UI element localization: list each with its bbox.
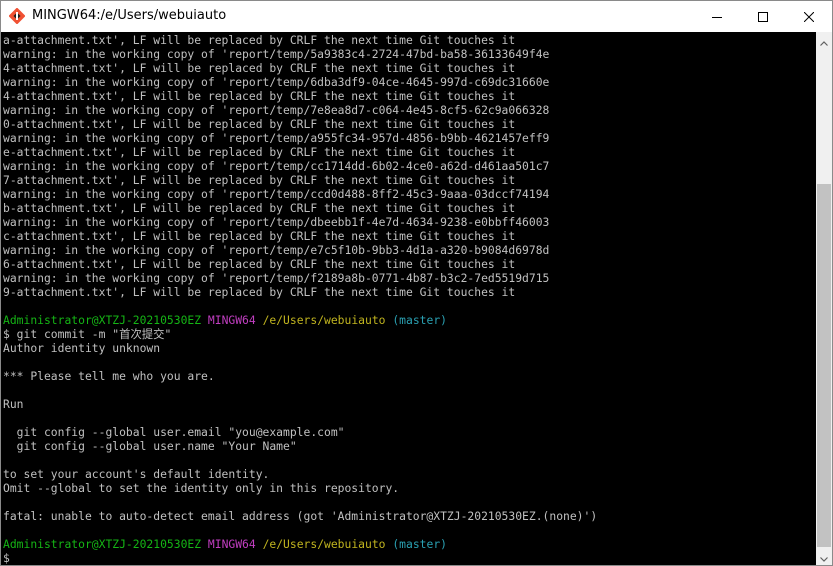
terminal-line: warning: in the working copy of 'report/…	[3, 159, 816, 173]
terminal-line: git config --global user.name "Your Name…	[3, 439, 816, 453]
terminal-text-segment: Omit --global to set the identity only i…	[3, 481, 400, 495]
terminal-text-segment: fatal: unable to auto-detect email addre…	[3, 509, 598, 523]
terminal-text-segment: c-attachment.txt', LF will be replaced b…	[3, 229, 516, 243]
terminal-text-segment: warning: in the working copy of 'report/…	[3, 47, 550, 61]
terminal-line: *** Please tell me who you are.	[3, 369, 816, 383]
terminal-text-segment: to set your account's default identity.	[3, 467, 270, 481]
terminal-line: git config --global user.email "you@exam…	[3, 425, 816, 439]
terminal-line: 4-attachment.txt', LF will be replaced b…	[3, 61, 816, 75]
terminal-text-segment: git config --global user.name "Your Name…	[3, 439, 297, 453]
terminal-text-segment: warning: in the working copy of 'report/…	[3, 243, 550, 257]
terminal-text-segment: Administrator@XTZJ-20210530EZ	[3, 537, 202, 551]
terminal-line: Administrator@XTZJ-20210530EZ MINGW64 /e…	[3, 537, 816, 551]
terminal-text-segment: /e/Users/webuiauto	[262, 313, 386, 327]
terminal-line: a-attachment.txt', LF will be replaced b…	[3, 33, 816, 47]
terminal-line: c-attachment.txt', LF will be replaced b…	[3, 229, 816, 243]
terminal-line: Omit --global to set the identity only i…	[3, 481, 816, 495]
terminal-text-segment: git config --global user.email "you@exam…	[3, 425, 345, 439]
terminal-line: warning: in the working copy of 'report/…	[3, 271, 816, 285]
terminal-text-segment: warning: in the working copy of 'report/…	[3, 215, 550, 229]
terminal-text-segment: /e/Users/webuiauto	[262, 537, 386, 551]
terminal-text-segment: Administrator@XTZJ-20210530EZ	[3, 313, 202, 327]
scroll-down-arrow-icon	[820, 547, 828, 566]
terminal-line: Author identity unknown	[3, 341, 816, 355]
terminal-text-segment: warning: in the working copy of 'report/…	[3, 187, 550, 201]
terminal-text-segment: (master)	[392, 313, 447, 327]
terminal-text-segment: b-attachment.txt', LF will be replaced b…	[3, 201, 516, 215]
title-bar[interactable]: MINGW64:/e/Users/webuiauto	[1, 1, 832, 32]
terminal-window: MINGW64:/e/Users/webuiauto a-attachment.…	[0, 0, 833, 566]
minimize-icon	[712, 12, 722, 22]
terminal-line: warning: in the working copy of 'report/…	[3, 47, 816, 61]
maximize-icon	[758, 11, 768, 22]
terminal-line: 4-attachment.txt', LF will be replaced b…	[3, 89, 816, 103]
terminal-line: 9-attachment.txt', LF will be replaced b…	[3, 285, 816, 299]
terminal-text-segment: $	[3, 551, 10, 565]
scroll-up-button[interactable]	[816, 32, 832, 49]
terminal-line: 6-attachment.txt', LF will be replaced b…	[3, 257, 816, 271]
terminal-text-segment: MINGW64	[207, 537, 256, 551]
vertical-scrollbar[interactable]	[816, 32, 832, 565]
terminal-text-segment: Author identity unknown	[3, 341, 161, 355]
terminal-line: warning: in the working copy of 'report/…	[3, 131, 816, 145]
terminal-text-segment: (master)	[392, 537, 447, 551]
scroll-down-button[interactable]	[816, 548, 832, 565]
terminal-text-segment: warning: in the working copy of 'report/…	[3, 103, 550, 117]
terminal-text-segment: 9-attachment.txt', LF will be replaced b…	[3, 285, 516, 299]
terminal-text-segment: warning: in the working copy of 'report/…	[3, 75, 550, 89]
terminal-line: $	[3, 551, 816, 565]
terminal-text-segment: warning: in the working copy of 'report/…	[3, 159, 550, 173]
git-bash-icon[interactable]	[8, 7, 26, 25]
terminal-text-segment: Run	[3, 397, 24, 411]
terminal-text-segment: 0-attachment.txt', LF will be replaced b…	[3, 117, 516, 131]
terminal-text-segment: MINGW64	[207, 313, 256, 327]
terminal-text-segment: a-attachment.txt', LF will be replaced b…	[3, 33, 516, 47]
terminal-line: Run	[3, 397, 816, 411]
terminal-line: Administrator@XTZJ-20210530EZ MINGW64 /e…	[3, 313, 816, 327]
terminal-line: warning: in the working copy of 'report/…	[3, 75, 816, 89]
maximize-button[interactable]	[740, 1, 786, 32]
terminal-line: 7-attachment.txt', LF will be replaced b…	[3, 173, 816, 187]
terminal-text-segment: 6-attachment.txt', LF will be replaced b…	[3, 257, 516, 271]
terminal-output[interactable]: a-attachment.txt', LF will be replaced b…	[1, 32, 816, 565]
terminal-line: to set your account's default identity.	[3, 467, 816, 481]
terminal-line: b-attachment.txt', LF will be replaced b…	[3, 201, 816, 215]
terminal-line: warning: in the working copy of 'report/…	[3, 103, 816, 117]
terminal-line: warning: in the working copy of 'report/…	[3, 243, 816, 257]
terminal-line: warning: in the working copy of 'report/…	[3, 215, 816, 229]
terminal-line: e-attachment.txt', LF will be replaced b…	[3, 145, 816, 159]
terminal-text-segment: e-attachment.txt', LF will be replaced b…	[3, 145, 516, 159]
terminal-text-segment: $ git commit -m "首次提交"	[3, 327, 172, 341]
terminal-text-segment: *** Please tell me who you are.	[3, 369, 215, 383]
terminal-text-segment: 7-attachment.txt', LF will be replaced b…	[3, 173, 516, 187]
terminal-line: 0-attachment.txt', LF will be replaced b…	[3, 117, 816, 131]
minimize-button[interactable]	[694, 1, 740, 32]
terminal-text-segment: 4-attachment.txt', LF will be replaced b…	[3, 89, 516, 103]
close-button[interactable]	[786, 1, 832, 32]
scrollbar-thumb[interactable]	[817, 184, 831, 547]
terminal-text-segment: warning: in the working copy of 'report/…	[3, 131, 550, 145]
terminal-text-segment: warning: in the working copy of 'report/…	[3, 271, 550, 285]
window-title: MINGW64:/e/Users/webuiauto	[32, 8, 227, 23]
scroll-up-arrow-icon	[820, 31, 828, 50]
terminal-line: warning: in the working copy of 'report/…	[3, 187, 816, 201]
terminal-text-segment: 4-attachment.txt', LF will be replaced b…	[3, 61, 516, 75]
close-icon	[804, 11, 814, 22]
terminal-line: fatal: unable to auto-detect email addre…	[3, 509, 816, 523]
terminal-line: $ git commit -m "首次提交"	[3, 327, 816, 341]
